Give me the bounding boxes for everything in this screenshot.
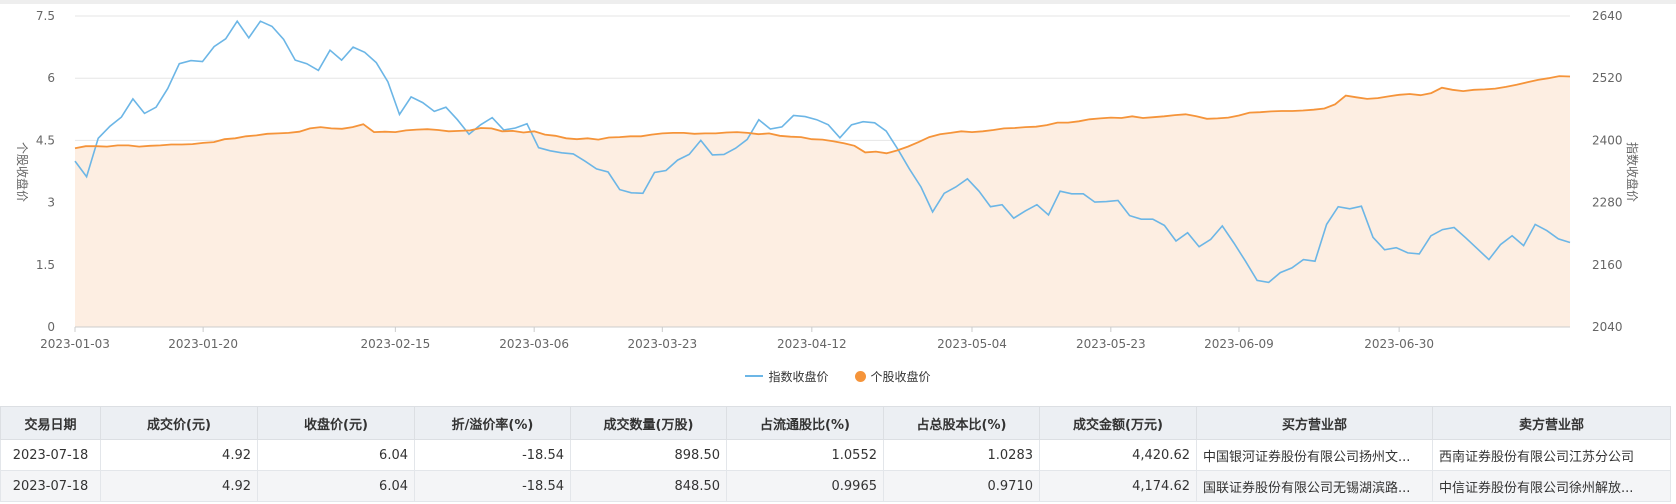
cell-seller[interactable]: 西南证券股份有限公司江苏分公司 — [1432, 439, 1671, 471]
col-header-buyer[interactable]: 买方营业部 — [1196, 406, 1433, 440]
y-left-tick-label: 6 — [47, 71, 55, 85]
cell-total-ratio: 1.0283 — [883, 439, 1040, 471]
cell-premium-rate: -18.54 — [414, 470, 571, 502]
col-header-volume[interactable]: 成交数量(万股) — [570, 406, 727, 440]
table-header-row: 交易日期 成交价(元) 收盘价(元) 折/溢价率(%) 成交数量(万股) 占流通… — [0, 406, 1671, 440]
cell-buyer[interactable]: 国联证券股份有限公司无锡湖滨路... — [1196, 470, 1433, 502]
dual-axis-line-chart: 0 1.5 3 4.5 6 7.5 2040 2160 2280 2400 2520 2640 20… — [15, 9, 1640, 351]
x-tick-label: 2023-06-30 — [1364, 337, 1434, 351]
cell-amount: 4,174.62 — [1039, 470, 1197, 502]
chart-legend: 指数收盘价 个股收盘价 — [0, 366, 1676, 386]
y-left-tick-label: 4.5 — [36, 133, 55, 147]
x-tick-label: 2023-05-04 — [937, 337, 1007, 351]
y-axis-left-label: 个股收盘价 — [15, 142, 30, 202]
col-header-close-price[interactable]: 收盘价(元) — [257, 406, 415, 440]
cell-trade-price: 4.92 — [100, 470, 258, 502]
cell-buyer[interactable]: 中国银河证券股份有限公司扬州文... — [1196, 439, 1433, 471]
y-left-tick-label: 0 — [47, 320, 55, 334]
col-header-premium-rate[interactable]: 折/溢价率(%) — [414, 406, 571, 440]
x-tick-label: 2023-05-23 — [1076, 337, 1146, 351]
col-header-amount[interactable]: 成交金额(万元) — [1039, 406, 1197, 440]
cell-volume: 848.50 — [570, 470, 727, 502]
left-axis-ticks: 0 1.5 3 4.5 6 7.5 — [36, 9, 55, 334]
table-row: 2023-07-18 4.92 6.04 -18.54 898.50 1.055… — [0, 439, 1671, 471]
col-header-seller[interactable]: 卖方营业部 — [1432, 406, 1671, 440]
x-tick-label: 2023-04-12 — [777, 337, 847, 351]
y-right-tick-label: 2520 — [1592, 71, 1623, 85]
stock-price-area-fill — [75, 76, 1570, 327]
col-header-trade-date[interactable]: 交易日期 — [0, 406, 101, 440]
y-axis-right-label: 指数收盘价 — [1625, 142, 1640, 202]
x-tick-label: 2023-01-03 — [40, 337, 110, 351]
legend-item-index[interactable]: 指数收盘价 — [745, 368, 829, 385]
col-header-total-ratio[interactable]: 占总股本比(%) — [883, 406, 1040, 440]
y-right-tick-label: 2640 — [1592, 9, 1623, 23]
x-tick-label: 2023-06-09 — [1204, 337, 1274, 351]
x-axis-ticks: 2023-01-03 2023-01-20 2023-02-15 2023-03-06… — [40, 327, 1434, 351]
cell-amount: 4,420.62 — [1039, 439, 1197, 471]
x-tick-label: 2023-03-06 — [499, 337, 569, 351]
right-axis-ticks: 2040 2160 2280 2400 2520 2640 — [1592, 9, 1623, 334]
y-left-tick-label: 7.5 — [36, 9, 55, 23]
y-right-tick-label: 2400 — [1592, 133, 1623, 147]
cell-premium-rate: -18.54 — [414, 439, 571, 471]
index-legend-line-icon — [745, 375, 764, 377]
legend-item-stock[interactable]: 个股收盘价 — [854, 368, 931, 385]
cell-float-ratio: 1.0552 — [726, 439, 884, 471]
y-right-tick-label: 2040 — [1592, 320, 1623, 334]
cell-volume: 898.50 — [570, 439, 727, 471]
y-right-tick-label: 2280 — [1592, 196, 1623, 210]
x-tick-label: 2023-03-23 — [627, 337, 697, 351]
y-left-tick-label: 3 — [47, 196, 55, 210]
cell-float-ratio: 0.9965 — [726, 470, 884, 502]
table-row: 2023-07-18 4.92 6.04 -18.54 848.50 0.996… — [0, 470, 1671, 502]
legend-stock-label: 个股收盘价 — [870, 369, 931, 384]
col-header-float-ratio[interactable]: 占流通股比(%) — [726, 406, 884, 440]
x-tick-label: 2023-02-15 — [360, 337, 430, 351]
y-left-tick-label: 1.5 — [36, 258, 55, 272]
block-trade-table: 交易日期 成交价(元) 收盘价(元) 折/溢价率(%) 成交数量(万股) 占流通… — [0, 406, 1671, 502]
col-header-trade-price[interactable]: 成交价(元) — [100, 406, 258, 440]
cell-trade-date: 2023-07-18 — [0, 439, 101, 471]
cell-close-price: 6.04 — [257, 439, 415, 471]
cell-trade-date: 2023-07-18 — [0, 470, 101, 502]
x-tick-label: 2023-01-20 — [168, 337, 238, 351]
cell-trade-price: 4.92 — [100, 439, 258, 471]
cell-close-price: 6.04 — [257, 470, 415, 502]
legend-index-label: 指数收盘价 — [768, 369, 829, 384]
y-right-tick-label: 2160 — [1592, 258, 1623, 272]
cell-seller[interactable]: 中信证券股份有限公司徐州解放... — [1432, 470, 1671, 502]
stock-legend-dot-icon — [854, 370, 866, 382]
cell-total-ratio: 0.9710 — [883, 470, 1040, 502]
